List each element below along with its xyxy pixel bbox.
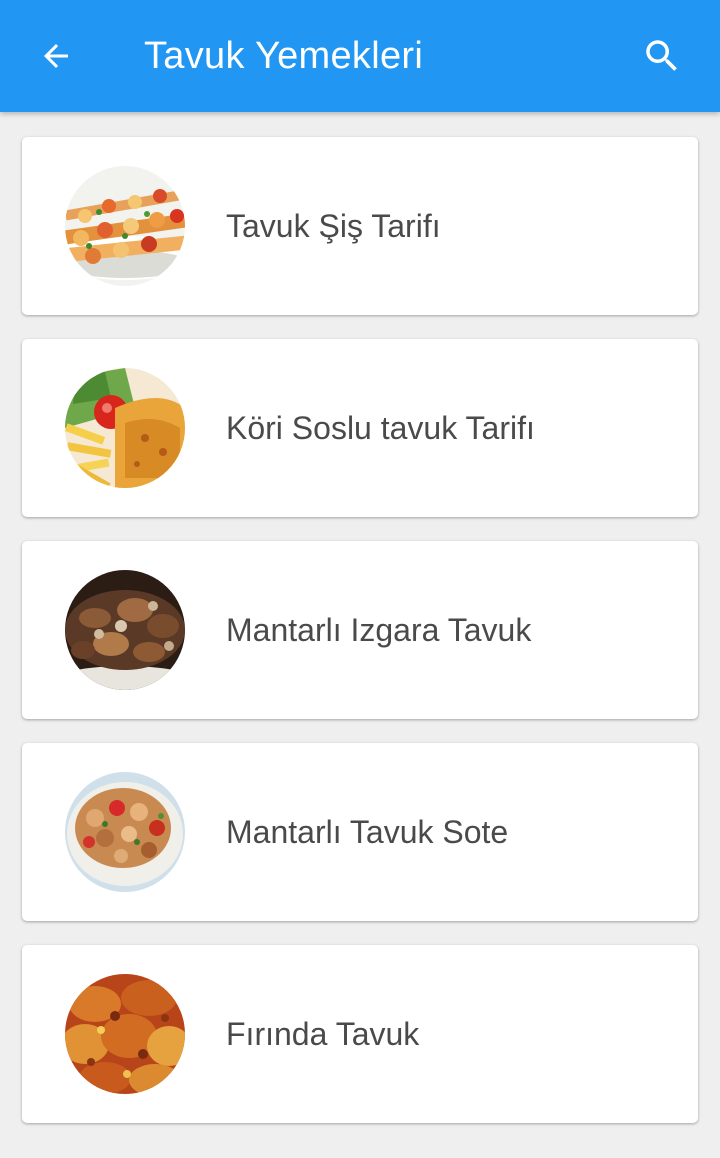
recipe-title: Fırında Tavuk xyxy=(226,1016,420,1052)
recipe-list: Tavuk Şiş Tarifı Köri Soslu tavuk Tarifı… xyxy=(22,137,698,1147)
page-title: Tavuk Yemekleri xyxy=(144,35,424,77)
recipe-title: Köri Soslu tavuk Tarifı xyxy=(226,410,535,446)
recipe-card[interactable]: Tavuk Şiş Tarifı xyxy=(22,137,698,315)
recipe-card[interactable]: Mantarlı Tavuk Sote xyxy=(22,743,698,921)
search-button[interactable] xyxy=(632,26,692,86)
recipe-card[interactable]: Mantarlı Izgara Tavuk xyxy=(22,541,698,719)
search-icon xyxy=(646,40,677,71)
recipe-thumbnail xyxy=(65,772,185,892)
recipe-thumbnail xyxy=(65,570,185,690)
arrow-back-icon xyxy=(44,44,68,68)
recipe-title: Tavuk Şiş Tarifı xyxy=(226,208,441,244)
back-button[interactable] xyxy=(26,26,86,86)
recipe-thumbnail xyxy=(65,974,185,1094)
recipe-thumbnail xyxy=(65,368,185,488)
recipe-thumbnail xyxy=(65,166,185,286)
recipe-card[interactable]: Fırında Tavuk xyxy=(22,945,698,1123)
recipe-title: Mantarlı Tavuk Sote xyxy=(226,814,509,850)
recipe-title: Mantarlı Izgara Tavuk xyxy=(226,612,532,648)
app-bar: Tavuk Yemekleri xyxy=(0,0,720,112)
recipe-card[interactable]: Köri Soslu tavuk Tarifı xyxy=(22,339,698,517)
